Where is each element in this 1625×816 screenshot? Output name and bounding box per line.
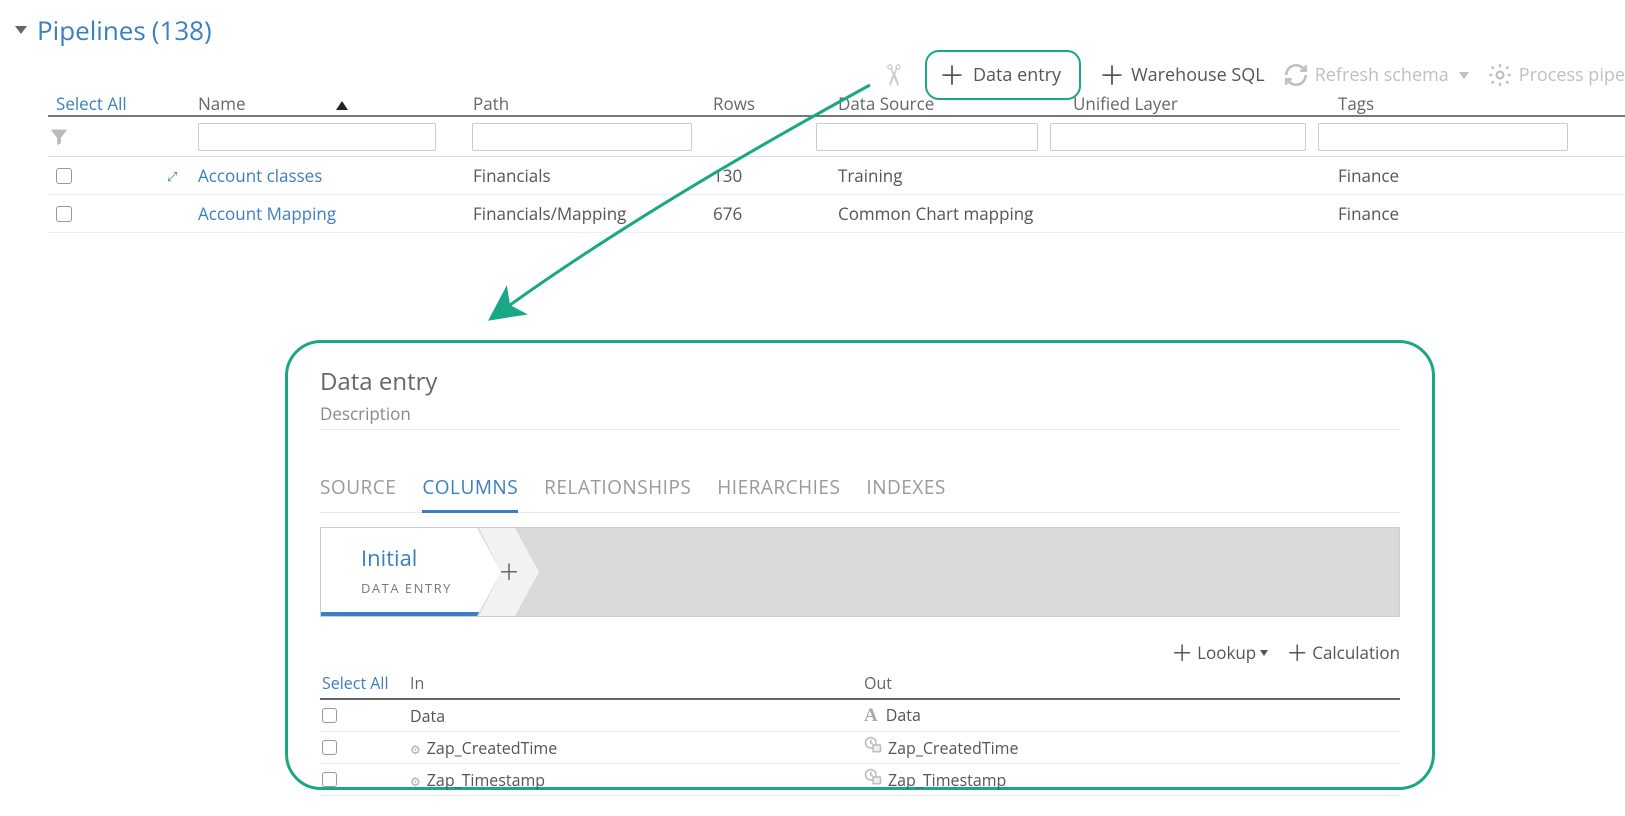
- gear-icon: [1487, 62, 1513, 88]
- funnel-icon[interactable]: [48, 126, 70, 148]
- data-entry-label: Data entry: [973, 63, 1061, 87]
- path-header[interactable]: Path: [473, 92, 713, 115]
- refresh-schema-button[interactable]: Refresh schema: [1283, 62, 1469, 88]
- description-label: Description: [320, 402, 411, 425]
- collapse-caret-icon: [15, 26, 27, 34]
- tab-hierarchies[interactable]: HIERARCHIES: [717, 468, 840, 512]
- step-name: Initial: [361, 543, 417, 573]
- out-name: Zap_CreatedTime: [888, 737, 1018, 759]
- pipeline-tags: Finance: [1338, 164, 1625, 187]
- row-checkbox[interactable]: [56, 168, 72, 184]
- gear-icon: ⚙: [410, 773, 421, 790]
- lookup-label: Lookup: [1197, 641, 1256, 664]
- table-header-row: Select All Name Path Rows Data Source Un…: [48, 92, 1625, 117]
- in-name: Zap_Timestamp: [427, 769, 545, 791]
- tab-source[interactable]: SOURCE: [320, 468, 396, 512]
- pipeline-data-source: Common Chart mapping: [838, 202, 1073, 225]
- tab-columns[interactable]: COLUMNS: [422, 468, 518, 513]
- table-row[interactable]: ⤢ Account classes Financials 130 Trainin…: [48, 157, 1625, 195]
- select-all-header[interactable]: Select All: [48, 92, 198, 115]
- row-checkbox[interactable]: [56, 206, 72, 222]
- columns-toolbar: ＋ Lookup ＋ Calculation: [320, 641, 1400, 664]
- filter-name-input[interactable]: [198, 123, 436, 151]
- columns-out-header: Out: [864, 672, 1400, 694]
- warehouse-sql-label: Warehouse SQL: [1131, 63, 1265, 87]
- pipeline-tags: Finance: [1338, 202, 1625, 225]
- row-checkbox[interactable]: [322, 772, 337, 787]
- column-row[interactable]: ⚙ Zap_Timestamp Zap_Timestamp: [320, 764, 1400, 796]
- out-name: Zap_Timestamp: [888, 769, 1006, 791]
- filter-unified-layer-input[interactable]: [1050, 123, 1306, 151]
- process-pipe-button[interactable]: Process pipe: [1487, 62, 1625, 88]
- data-source-header[interactable]: Data Source: [838, 92, 1073, 115]
- scissors-icon: ✂: [874, 62, 915, 87]
- expand-icon[interactable]: ⤢: [167, 167, 177, 185]
- pipeline-rows: 676: [713, 202, 838, 225]
- add-warehouse-sql-button[interactable]: ＋ Warehouse SQL: [1099, 62, 1265, 88]
- filter-data-source-input[interactable]: [816, 123, 1038, 151]
- detail-tabs: SOURCE COLUMNS RELATIONSHIPS HIERARCHIES…: [320, 468, 1400, 513]
- refresh-icon: [1283, 62, 1309, 88]
- pipelines-table: Select All Name Path Rows Data Source Un…: [48, 92, 1625, 233]
- plus-icon: ＋: [1171, 642, 1193, 664]
- tab-indexes[interactable]: INDEXES: [866, 468, 945, 512]
- unified-layer-header[interactable]: Unified Layer: [1073, 92, 1338, 115]
- pipeline-name-link[interactable]: Account classes: [198, 164, 473, 187]
- row-checkbox[interactable]: [322, 708, 337, 723]
- pipelines-title: Pipelines: [37, 12, 146, 48]
- chevron-down-icon: [1260, 650, 1268, 656]
- step-initial[interactable]: Initial DATA ENTRY: [321, 528, 501, 616]
- tags-header[interactable]: Tags: [1338, 92, 1625, 115]
- name-header[interactable]: Name: [198, 92, 473, 115]
- columns-select-all[interactable]: Select All: [320, 672, 410, 694]
- table-row[interactable]: Account Mapping Financials/Mapping 676 C…: [48, 195, 1625, 233]
- column-row[interactable]: Data A Data: [320, 700, 1400, 732]
- plus-icon: ＋: [498, 561, 520, 583]
- columns-header-row: Select All In Out: [320, 668, 1400, 700]
- gear-icon: ⚙: [410, 741, 421, 758]
- process-pipe-label: Process pipe: [1519, 63, 1625, 87]
- columns-in-header: In: [410, 672, 864, 694]
- filter-tags-input[interactable]: [1318, 123, 1568, 151]
- rows-header[interactable]: Rows: [713, 92, 838, 115]
- text-type-icon: A: [864, 705, 878, 726]
- plus-icon: ＋: [1286, 642, 1308, 664]
- step-bar: Initial DATA ENTRY ＋: [320, 527, 1400, 617]
- pipelines-heading[interactable]: Pipelines (138): [15, 12, 212, 48]
- add-calculation-button[interactable]: ＋ Calculation: [1286, 641, 1400, 664]
- datetime-icon: [864, 768, 882, 786]
- plus-icon: ＋: [939, 62, 965, 88]
- sort-asc-icon: [336, 101, 348, 110]
- datetime-icon: [864, 736, 882, 754]
- chevron-down-icon: [1459, 72, 1469, 79]
- refresh-schema-label: Refresh schema: [1315, 63, 1449, 87]
- columns-table: Select All In Out Data A Data ⚙ Zap_Create…: [320, 668, 1400, 796]
- filter-path-input[interactable]: [472, 123, 692, 151]
- in-name: Data: [410, 705, 445, 727]
- in-name: Zap_CreatedTime: [427, 737, 557, 759]
- pipelines-count: (138): [152, 12, 212, 48]
- calculation-label: Calculation: [1312, 641, 1400, 664]
- pipeline-path: Financials/Mapping: [473, 202, 713, 225]
- tab-relationships[interactable]: RELATIONSHIPS: [544, 468, 691, 512]
- plus-icon: ＋: [1099, 62, 1125, 88]
- pipeline-path: Financials: [473, 164, 713, 187]
- pipeline-data-source: Training: [838, 164, 1073, 187]
- row-checkbox[interactable]: [322, 740, 337, 755]
- pipeline-name-link[interactable]: Account Mapping: [198, 202, 473, 225]
- add-lookup-button[interactable]: ＋ Lookup: [1171, 641, 1268, 664]
- out-name: Data: [886, 704, 921, 726]
- filter-icon-cell: [48, 126, 198, 148]
- column-row[interactable]: ⚙ Zap_CreatedTime Zap_CreatedTime: [320, 732, 1400, 764]
- pipeline-rows: 130: [713, 164, 838, 187]
- detail-title: Data entry: [320, 365, 1400, 398]
- step-subtype: DATA ENTRY: [361, 579, 452, 597]
- name-header-label: Name: [198, 92, 246, 115]
- data-entry-detail-panel: Data entry Description SOURCE COLUMNS RE…: [285, 340, 1435, 790]
- table-filter-row: [48, 117, 1625, 157]
